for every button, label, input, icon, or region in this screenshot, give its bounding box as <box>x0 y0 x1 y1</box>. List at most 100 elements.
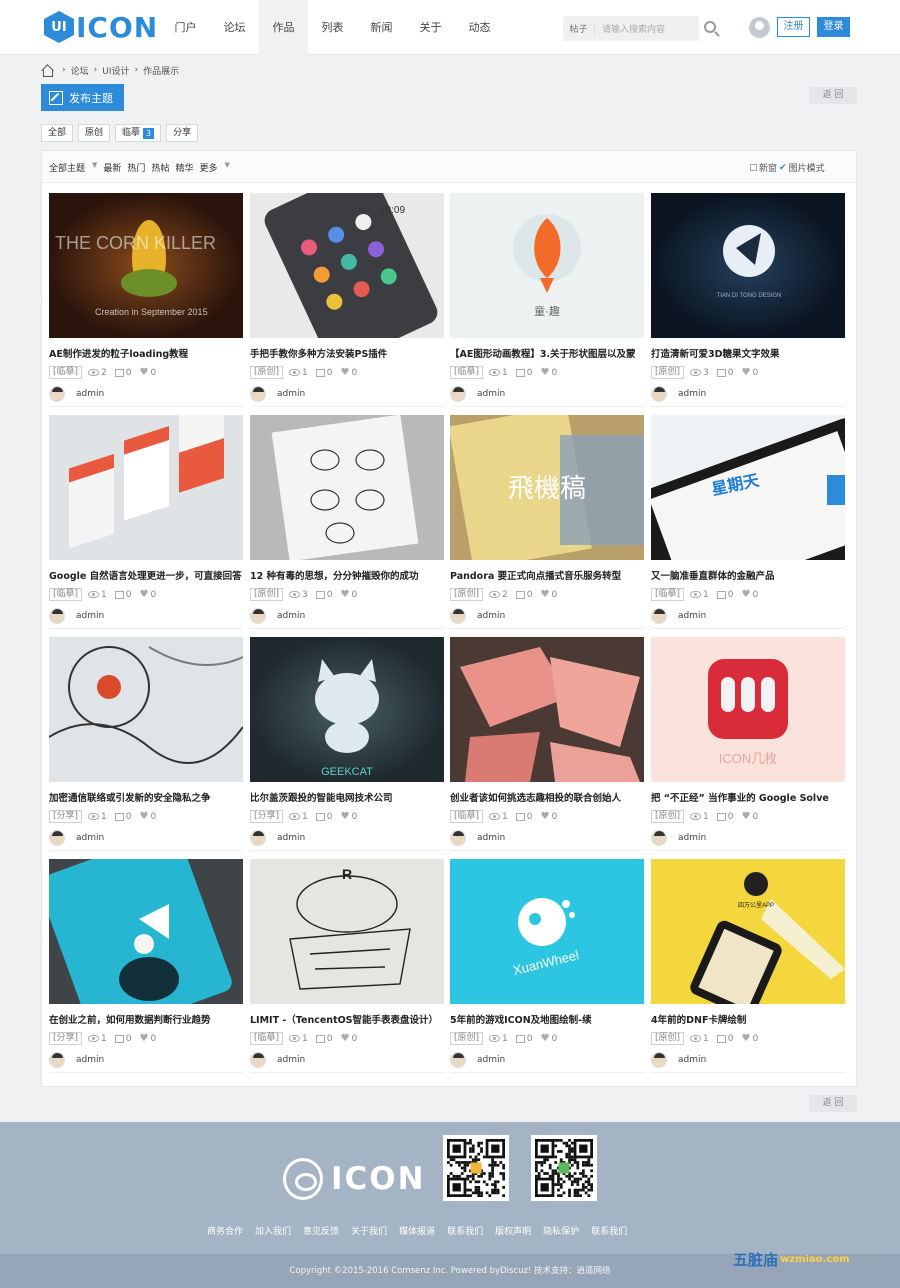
author-name[interactable]: admin <box>76 611 104 621</box>
author-avatar[interactable] <box>250 386 266 402</box>
thread-type-tag[interactable]: [原创] <box>651 810 685 823</box>
thread-title[interactable]: 12 种有毒的思想，分分钟摧毁你的成功 <box>250 568 444 582</box>
thread-title[interactable]: 把 “不正经” 当作事业的 Google Solve <box>651 790 845 804</box>
sort-latest[interactable]: 最新 <box>103 161 121 174</box>
register-button[interactable]: 注册 <box>777 17 810 37</box>
thread-type-tag[interactable]: [分享] <box>49 1032 83 1045</box>
author-name[interactable]: admin <box>277 1055 305 1065</box>
author-name[interactable]: admin <box>76 833 104 843</box>
thread-title[interactable]: 手把手教你多种方法安装PS插件 <box>250 346 444 360</box>
thread-author[interactable]: admin <box>49 829 104 847</box>
thread-title[interactable]: Google 自然语言处理更进一步，可直接回答 <box>49 568 243 582</box>
nav-item[interactable]: 关于 <box>406 0 455 55</box>
nav-item[interactable]: 论坛 <box>210 0 259 55</box>
thread-card[interactable]: R LIMIT -（TencentOS智能手表表盘设计） [临摹] 1 0 ♥ 0 admin <box>250 859 444 1074</box>
thread-card[interactable]: TIAN DI TONG DESIGN 打造清新可爱3D糖果文字效果 [原创] 3 0 ♥… <box>651 193 845 408</box>
breadcrumb-item[interactable]: 作品展示 <box>143 64 179 77</box>
author-avatar[interactable] <box>49 608 65 624</box>
author-name[interactable]: admin <box>76 1055 104 1065</box>
search-input[interactable]: 请输入搜索内容 <box>595 22 665 35</box>
thread-thumbnail[interactable]: ICON几枚 <box>651 637 845 782</box>
publish-topic-button[interactable]: 发布主题 <box>41 84 124 111</box>
filter-share[interactable]: 分享 <box>166 124 199 142</box>
author-avatar[interactable] <box>651 386 667 402</box>
nav-item[interactable]: 作品 <box>259 0 308 55</box>
thread-thumbnail[interactable]: 10:09 <box>250 193 444 338</box>
thread-card[interactable]: GEEKCAT 比尔盖茨跟投的智能电网技术公司 [分享] 1 0 ♥ 0 admin <box>250 637 444 852</box>
thread-thumbnail[interactable]: XuanWheel <box>450 859 644 1004</box>
thread-card[interactable]: Google 自然语言处理更进一步，可直接回答 [临摹] 1 0 ♥ 0 admin <box>49 415 243 630</box>
author-avatar[interactable] <box>250 830 266 846</box>
filter-all[interactable]: 全部 <box>41 124 74 142</box>
thread-author[interactable]: admin <box>651 1051 706 1069</box>
thread-card[interactable]: THE CORN KILLER Creation in September 201… <box>49 193 243 408</box>
thread-card[interactable]: XuanWheel 5年前的游戏ICON及地图绘制-续 [原创] 1 0 ♥ 0 admin <box>450 859 644 1074</box>
thread-type-tag[interactable]: [临摹] <box>49 366 83 379</box>
thread-card[interactable]: 星期天 又一脑准垂直群体的金融产品 [临摹] 1 0 ♥ 0 admin <box>651 415 845 630</box>
image-mode-toggle[interactable]: 图片模式 <box>789 161 825 174</box>
nav-item[interactable]: 动态 <box>455 0 504 55</box>
nav-item[interactable]: 列表 <box>308 0 357 55</box>
nav-item[interactable]: 新闻 <box>357 0 406 55</box>
author-name[interactable]: admin <box>477 611 505 621</box>
nav-item[interactable]: 门户 <box>161 0 210 55</box>
author-avatar[interactable] <box>450 1052 466 1068</box>
thread-thumbnail[interactable]: TIAN DI TONG DESIGN <box>651 193 845 338</box>
footer-link[interactable]: 联系我们 <box>447 1224 483 1237</box>
thread-card[interactable]: 童·趣 【AE图形动画教程】3.关于形状图层以及蒙 [临摹] 1 0 ♥ 0 admin <box>450 193 644 408</box>
thread-thumbnail[interactable]: THE CORN KILLER Creation in September 201… <box>49 193 243 338</box>
thread-type-tag[interactable]: [临摹] <box>450 810 484 823</box>
author-avatar[interactable] <box>651 1052 667 1068</box>
thread-card[interactable]: 四万公里APP 4年前的DNF卡牌绘制 [原创] 1 0 ♥ 0 admin <box>651 859 845 1074</box>
thread-type-tag[interactable]: [原创] <box>651 366 685 379</box>
footer-link[interactable]: 媒体报道 <box>399 1224 435 1237</box>
thread-card[interactable]: 12 种有毒的思想，分分钟摧毁你的成功 [原创] 3 0 ♥ 0 admin <box>250 415 444 630</box>
thread-thumbnail[interactable]: 童·趣 <box>450 193 644 338</box>
thread-thumbnail[interactable]: R <box>250 859 444 1004</box>
author-avatar[interactable] <box>49 386 65 402</box>
author-name[interactable]: admin <box>678 389 706 399</box>
thread-card[interactable]: 创业者该如何挑选志趣相投的联合创始人 [临摹] 1 0 ♥ 0 admin <box>450 637 644 852</box>
footer-link[interactable]: 加入我们 <box>255 1224 291 1237</box>
thread-type-tag[interactable]: [临摹] <box>250 1032 284 1045</box>
filter-original[interactable]: 原创 <box>78 124 111 142</box>
thread-author[interactable]: admin <box>651 385 706 403</box>
thread-thumbnail[interactable]: 四万公里APP <box>651 859 845 1004</box>
footer-link[interactable]: 商务合作 <box>207 1224 243 1237</box>
thread-title[interactable]: 比尔盖茨跟投的智能电网技术公司 <box>250 790 444 804</box>
author-avatar[interactable] <box>49 830 65 846</box>
user-avatar[interactable] <box>749 17 770 38</box>
sort-hot-posts[interactable]: 热帖 <box>151 161 169 174</box>
thread-type-tag[interactable]: [分享] <box>49 810 83 823</box>
thread-type-tag[interactable]: [临摹] <box>49 588 83 601</box>
author-avatar[interactable] <box>450 608 466 624</box>
thread-title[interactable]: 打造清新可爱3D糖果文字效果 <box>651 346 845 360</box>
thread-type-tag[interactable]: [原创] <box>450 1032 484 1045</box>
sort-all-topics[interactable]: 全部主题 <box>49 161 85 174</box>
thread-author[interactable]: admin <box>49 607 104 625</box>
thread-card[interactable]: 加密通信联络或引发新的安全隐私之争 [分享] 1 0 ♥ 0 admin <box>49 637 243 852</box>
thread-type-tag[interactable]: [原创] <box>250 366 284 379</box>
thread-title[interactable]: LIMIT -（TencentOS智能手表表盘设计） <box>250 1012 444 1026</box>
thread-title[interactable]: 【AE图形动画教程】3.关于形状图层以及蒙 <box>450 346 644 360</box>
author-avatar[interactable] <box>49 1052 65 1068</box>
filter-copy[interactable]: 临摹 3 <box>115 124 162 142</box>
author-name[interactable]: admin <box>277 389 305 399</box>
thread-card[interactable]: 在创业之前，如何用数据判断行业趋势 [分享] 1 0 ♥ 0 admin <box>49 859 243 1074</box>
thread-type-tag[interactable]: [临摹] <box>450 366 484 379</box>
author-name[interactable]: admin <box>678 833 706 843</box>
thread-author[interactable]: admin <box>450 385 505 403</box>
sort-hot[interactable]: 热门 <box>127 161 145 174</box>
thread-type-tag[interactable]: [临摹] <box>651 588 685 601</box>
thread-card[interactable]: 10:09 手把手教你多种方法安装PS插件 [原创] 1 0 ♥ 0 admin <box>250 193 444 408</box>
thread-author[interactable]: admin <box>250 607 305 625</box>
thread-author[interactable]: admin <box>49 1051 104 1069</box>
thread-thumbnail[interactable] <box>49 637 243 782</box>
thread-title[interactable]: 又一脑准垂直群体的金融产品 <box>651 568 845 582</box>
footer-link[interactable]: 联系我们 <box>591 1224 627 1237</box>
thread-author[interactable]: admin <box>49 385 104 403</box>
back-button[interactable]: 返 回 <box>809 87 857 104</box>
breadcrumb-item[interactable]: UI设计 <box>102 64 129 77</box>
thread-title[interactable]: 4年前的DNF卡牌绘制 <box>651 1012 845 1026</box>
author-avatar[interactable] <box>651 830 667 846</box>
